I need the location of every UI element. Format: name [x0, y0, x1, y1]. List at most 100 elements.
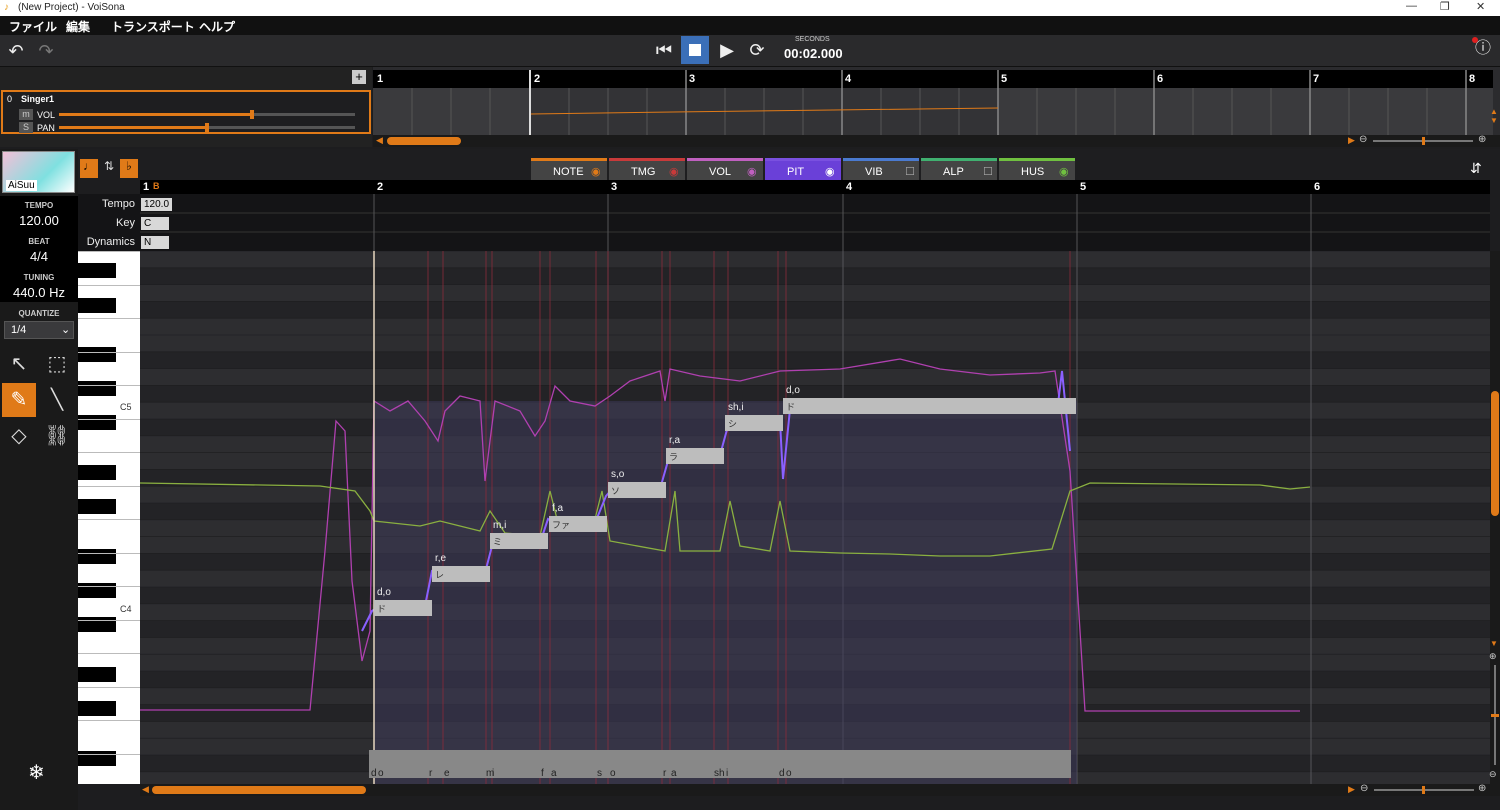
- tab-hus[interactable]: HUS ◉: [999, 158, 1075, 180]
- zoom-out-icon[interactable]: ⊖: [1359, 134, 1367, 145]
- phoneme[interactable]: o: [610, 768, 616, 779]
- menu-edit[interactable]: 編集: [66, 18, 90, 35]
- pencil-icon[interactable]: ✎: [2, 383, 36, 417]
- note-lyric[interactable]: d,o: [377, 587, 391, 598]
- note-lyric[interactable]: f,a: [552, 503, 563, 514]
- tab-note[interactable]: NOTE ◉: [531, 158, 607, 180]
- phoneme[interactable]: a: [671, 768, 677, 779]
- phoneme[interactable]: sh: [714, 768, 725, 779]
- vzoom-out-icon[interactable]: ⊖: [1489, 769, 1497, 780]
- note-lyric[interactable]: r,e: [435, 553, 446, 564]
- phoneme[interactable]: o: [786, 768, 792, 779]
- phoneme[interactable]: a: [551, 768, 557, 779]
- note-3[interactable]: ミ: [490, 533, 548, 549]
- black-key[interactable]: [78, 549, 116, 564]
- scroll-down-icon[interactable]: ▼: [1490, 639, 1498, 648]
- hzoom-handle[interactable]: [1422, 786, 1425, 794]
- black-key[interactable]: [78, 381, 116, 396]
- restore-button[interactable]: ❐: [1440, 0, 1450, 13]
- solo-button[interactable]: S: [19, 122, 33, 133]
- zoom-in-icon[interactable]: ⊕: [1478, 134, 1486, 145]
- scroll-right-icon[interactable]: ▶: [1348, 135, 1355, 146]
- tab-tmg[interactable]: TMG ◉: [609, 158, 685, 180]
- mute-button[interactable]: m: [19, 109, 33, 120]
- eraser-icon[interactable]: ◇: [2, 419, 36, 453]
- redo-icon[interactable]: ↷: [36, 40, 56, 62]
- phoneme[interactable]: d: [371, 768, 377, 779]
- overview-vscroll-icon[interactable]: ▲ ▼: [1490, 107, 1498, 125]
- freeze-icon[interactable]: ❄: [28, 760, 45, 785]
- tempo-value[interactable]: 120.00: [0, 213, 78, 228]
- note-8[interactable]: ド: [783, 398, 1076, 414]
- metronome-icon[interactable]: ♩: [80, 159, 98, 178]
- quantize-select[interactable]: 1/4 ⌄: [4, 321, 74, 339]
- timeline-ruler[interactable]: [140, 180, 1490, 194]
- select-arrow-icon[interactable]: ↖: [2, 347, 36, 381]
- phoneme[interactable]: r: [429, 768, 432, 779]
- add-track-button[interactable]: +: [352, 70, 366, 84]
- black-key[interactable]: [78, 298, 116, 313]
- overview-zoom-handle[interactable]: [1422, 137, 1425, 145]
- rewind-icon[interactable]: ⏮: [652, 39, 676, 61]
- play-icon[interactable]: ▶: [715, 39, 739, 61]
- minimize-button[interactable]: —: [1406, 0, 1417, 12]
- note-lyric[interactable]: d,o: [786, 385, 800, 396]
- black-key[interactable]: [78, 701, 116, 716]
- bookmark-marker[interactable]: B: [153, 181, 160, 191]
- hscroll-thumb[interactable]: [152, 786, 366, 794]
- zoom-out-icon[interactable]: ⊖: [1360, 783, 1368, 794]
- black-key[interactable]: [78, 415, 116, 430]
- menu-help[interactable]: ヘルプ: [199, 18, 235, 35]
- tab-vib[interactable]: VIB ☐: [843, 158, 919, 180]
- scroll-right-icon[interactable]: ▶: [1348, 784, 1355, 795]
- tuning-value[interactable]: 440.0 Hz: [0, 285, 78, 300]
- note-2[interactable]: レ: [432, 566, 490, 582]
- phoneme[interactable]: i: [492, 768, 494, 779]
- singer-name[interactable]: AiSuu: [6, 180, 37, 191]
- note-lyric[interactable]: m,i: [493, 520, 506, 531]
- piano-roll-hscroll[interactable]: ◀ ▶ ⊖ ⊕: [140, 783, 1500, 796]
- note-6[interactable]: ラ: [666, 448, 724, 464]
- black-key[interactable]: [78, 263, 116, 278]
- pan-slider-handle[interactable]: [205, 123, 209, 132]
- phoneme[interactable]: f: [541, 768, 544, 779]
- phoneme[interactable]: d: [779, 768, 785, 779]
- scroll-left-icon[interactable]: ◀: [376, 135, 383, 146]
- note-7[interactable]: シ: [725, 415, 783, 431]
- phoneme[interactable]: i: [726, 768, 728, 779]
- note-lyric[interactable]: s,o: [611, 469, 624, 480]
- menu-file[interactable]: ファイル: [9, 18, 57, 35]
- overview-hscroll[interactable]: ◀ ▶ ⊖ ⊕: [373, 134, 1500, 147]
- piano-roll-vscroll[interactable]: ▼ ⊕ ⊖: [1489, 251, 1500, 784]
- loop-icon[interactable]: ⟳: [745, 39, 769, 61]
- vzoom-in-icon[interactable]: ⊕: [1489, 651, 1497, 662]
- tempo-row-value[interactable]: 120.0: [141, 198, 173, 211]
- menu-transport[interactable]: トランスポート: [111, 18, 195, 35]
- auto-scroll-icon[interactable]: ⇅: [100, 159, 118, 178]
- black-key[interactable]: [78, 667, 116, 682]
- phoneme[interactable]: s: [597, 768, 602, 779]
- note-5[interactable]: ソ: [608, 482, 666, 498]
- piano-roll-canvas[interactable]: [140, 251, 1490, 784]
- overview-grid[interactable]: [373, 70, 1493, 135]
- link-icon[interactable]: ⛓: [40, 419, 74, 453]
- overview-scroll-thumb[interactable]: [387, 137, 461, 145]
- note-lyric[interactable]: r,a: [669, 435, 680, 446]
- tab-pit[interactable]: PIT ◉: [765, 158, 841, 180]
- line-tool-icon[interactable]: ╲: [40, 383, 74, 417]
- beat-value[interactable]: 4/4: [0, 249, 78, 264]
- tab-vol[interactable]: VOL ◉: [687, 158, 763, 180]
- mixer-settings-icon[interactable]: ⇵: [1470, 160, 1482, 177]
- undo-icon[interactable]: ↶: [6, 40, 26, 62]
- close-button[interactable]: ✕: [1476, 0, 1485, 13]
- tab-alp[interactable]: ALP ☐: [921, 158, 997, 180]
- note-1[interactable]: ド: [374, 600, 432, 616]
- phoneme[interactable]: o: [378, 768, 384, 779]
- note-4[interactable]: ファ: [549, 516, 607, 532]
- phoneme[interactable]: r: [663, 768, 666, 779]
- scroll-left-icon[interactable]: ◀: [142, 784, 149, 795]
- vzoom-handle[interactable]: [1491, 714, 1499, 717]
- note-lyric[interactable]: sh,i: [728, 402, 744, 413]
- black-key[interactable]: [78, 347, 116, 362]
- stop-button[interactable]: [681, 36, 709, 64]
